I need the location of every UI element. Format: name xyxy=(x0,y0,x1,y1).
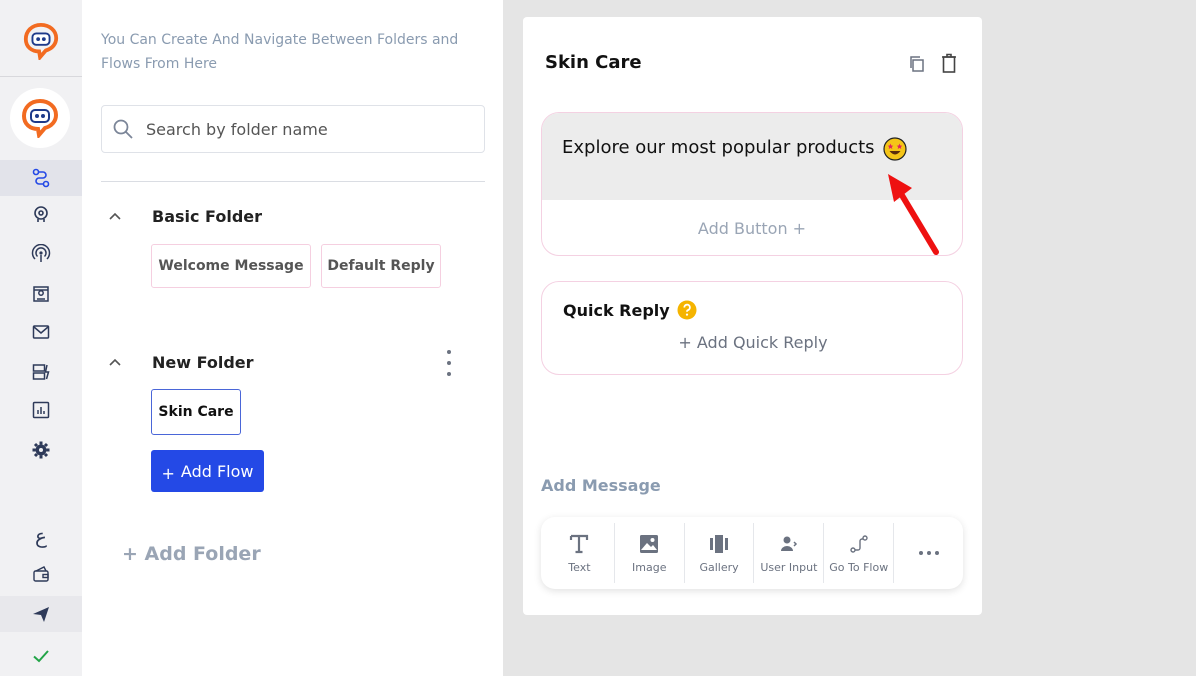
nav-analytics[interactable] xyxy=(0,392,82,428)
nav-send[interactable] xyxy=(0,596,82,632)
nav-status[interactable] xyxy=(0,638,82,674)
panel-hint: You Can Create And Navigate Between Fold… xyxy=(101,32,459,72)
folder-name: Basic Folder xyxy=(152,207,263,226)
nav-wallet[interactable] xyxy=(0,556,82,592)
add-folder-button[interactable]: + Add Folder xyxy=(122,543,261,565)
folder-search[interactable] xyxy=(101,105,485,153)
send-icon xyxy=(33,607,49,622)
nav-broadcast[interactable] xyxy=(0,236,82,272)
check-icon xyxy=(33,650,49,663)
image-icon xyxy=(640,534,659,553)
app-logo-icon[interactable] xyxy=(22,22,60,60)
nav-language[interactable]: ع xyxy=(0,518,82,554)
nav-flows[interactable] xyxy=(0,160,82,196)
folder-name: New Folder xyxy=(152,353,254,372)
nav-bot-settings[interactable] xyxy=(0,196,82,232)
chevron-up-icon[interactable] xyxy=(106,354,124,372)
message-text: Explore our most popular products xyxy=(562,137,875,158)
flow-editor-card: Skin Care Explore our most popular produ… xyxy=(523,17,982,615)
nav-contacts[interactable] xyxy=(0,276,82,312)
search-input[interactable] xyxy=(146,119,446,139)
tool-label: Image xyxy=(632,560,667,574)
tool-image[interactable]: Image xyxy=(615,523,685,583)
mail-icon xyxy=(32,325,50,339)
contacts-icon xyxy=(33,286,49,302)
quick-reply-title-row: Quick Reply xyxy=(563,300,697,320)
settings-icon xyxy=(32,441,50,459)
add-flow-button[interactable]: + Add Flow xyxy=(151,450,264,492)
icon-sidebar: ع xyxy=(0,0,82,676)
more-tools-icon[interactable] xyxy=(894,523,963,583)
flow-chip-default-reply[interactable]: Default Reply xyxy=(321,244,441,288)
add-message-toolbar: Text Image Gallery User Input Go To Flow xyxy=(541,517,963,589)
bot-logo-icon xyxy=(21,98,59,138)
quick-reply-block: Quick Reply + Add Quick Reply xyxy=(541,281,963,375)
chevron-up-icon[interactable] xyxy=(106,208,124,226)
gallery-icon xyxy=(710,534,729,553)
text-icon xyxy=(570,534,589,553)
bot-avatar[interactable] xyxy=(10,88,70,148)
tool-user-input[interactable]: User Input xyxy=(754,523,825,583)
go-to-flow-icon xyxy=(850,534,868,553)
broadcast-icon xyxy=(31,244,51,262)
nav-templates[interactable] xyxy=(0,354,82,390)
nav-mail[interactable] xyxy=(0,314,82,350)
quick-reply-title: Quick Reply xyxy=(563,300,670,320)
panel-divider xyxy=(101,181,485,182)
add-message-label: Add Message xyxy=(541,476,661,495)
tool-label: Gallery xyxy=(699,560,739,574)
folder-header-new[interactable]: New Folder xyxy=(106,353,254,372)
tool-gallery[interactable]: Gallery xyxy=(685,523,755,583)
rail-divider xyxy=(0,76,82,77)
tool-label: User Input xyxy=(760,560,818,574)
tool-go-to-flow[interactable]: Go To Flow xyxy=(824,523,895,583)
tool-label: Go To Flow xyxy=(829,560,889,574)
bot-settings-icon xyxy=(34,206,48,222)
templates-icon xyxy=(32,364,50,380)
add-flow-label: Add Flow xyxy=(180,461,254,481)
star-struck-emoji-icon xyxy=(882,137,907,161)
wallet-icon xyxy=(33,566,49,582)
folders-panel: You Can Create And Navigate Between Fold… xyxy=(82,0,503,676)
flow-chip-welcome-message[interactable]: Welcome Message xyxy=(151,244,311,288)
flow-chip-skin-care[interactable]: Skin Care xyxy=(151,389,241,435)
help-icon[interactable] xyxy=(677,300,697,320)
search-icon xyxy=(113,119,133,139)
red-annotation-arrow-icon xyxy=(888,174,939,255)
folder-menu-icon[interactable] xyxy=(444,350,454,376)
language-icon: ع xyxy=(35,524,47,548)
copy-icon[interactable] xyxy=(907,54,927,74)
tool-label: Text xyxy=(568,560,591,574)
plus-icon: + xyxy=(161,463,175,483)
tool-text[interactable]: Text xyxy=(545,523,615,583)
folder-header-basic[interactable]: Basic Folder xyxy=(106,207,262,226)
nav-settings[interactable] xyxy=(0,432,82,468)
analytics-icon xyxy=(32,401,50,419)
trash-icon[interactable] xyxy=(939,52,959,74)
user-input-icon xyxy=(780,536,797,551)
add-quick-reply-link[interactable]: + Add Quick Reply xyxy=(542,333,964,352)
flow-title: Skin Care xyxy=(545,52,642,73)
flows-icon xyxy=(32,168,50,188)
